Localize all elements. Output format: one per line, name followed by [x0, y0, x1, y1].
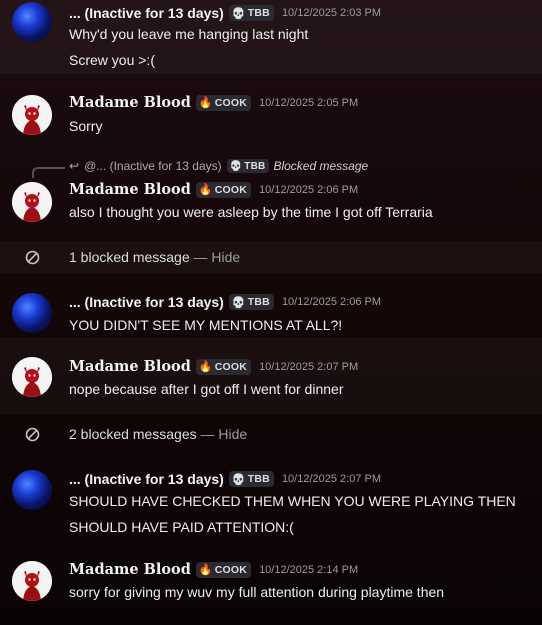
avatar[interactable]: [12, 470, 52, 510]
tag-label: COOK: [214, 360, 248, 373]
guild-tag: 💀 TBB: [226, 159, 270, 173]
username[interactable]: ... (Inactive for 13 days): [69, 294, 224, 310]
guild-tag[interactable]: 🔥 COOK: [195, 358, 252, 375]
avatar[interactable]: [12, 357, 52, 397]
tag-label: COOK: [214, 183, 248, 196]
hide-blocked-button[interactable]: Hide: [211, 249, 240, 265]
message-header: ... (Inactive for 13 days) 💀 TBB 10/12/20…: [69, 471, 381, 487]
timestamp: 10/12/2025 2:07 PM: [281, 473, 382, 485]
reply-preview[interactable]: ↩ @... (Inactive for 13 days) 💀 TBB Block…: [69, 159, 368, 173]
username[interactable]: Madame Blood: [69, 358, 191, 375]
reply-spine: [32, 167, 65, 178]
tag-label: TBB: [247, 473, 270, 485]
message-header: Madame Blood 🔥 COOK 10/12/2025 2:06 PM: [69, 181, 358, 198]
message-text: sorry for giving my wuv my full attentio…: [69, 584, 445, 600]
reply-username: @... (Inactive for 13 days): [84, 159, 222, 173]
avatar[interactable]: [12, 182, 52, 222]
reply-blocked-text: Blocked message: [273, 159, 369, 173]
message-header: ... (Inactive for 13 days) 💀 TBB 10/12/20…: [69, 294, 381, 310]
message-text: Sorry: [69, 118, 103, 134]
message-text: SHOULD HAVE PAID ATTENTION:(: [69, 519, 294, 535]
blocked-separator: —: [189, 249, 212, 265]
avatar[interactable]: [12, 2, 52, 42]
guild-tag[interactable]: 💀 TBB: [228, 5, 274, 21]
blocked-icon: [25, 250, 40, 265]
timestamp: 10/12/2025 2:06 PM: [281, 296, 382, 308]
skull-icon: 💀: [231, 473, 246, 486]
avatar[interactable]: [12, 95, 52, 135]
message-text: SHOULD HAVE CHECKED THEM WHEN YOU WERE P…: [69, 493, 516, 509]
timestamp: 10/12/2025 2:07 PM: [259, 360, 359, 373]
message-header: Madame Blood 🔥 COOK 10/12/2025 2:14 PM: [69, 561, 358, 578]
username[interactable]: Madame Blood: [69, 561, 191, 578]
message-header: ... (Inactive for 13 days) 💀 TBB 10/12/20…: [69, 5, 381, 21]
tag-label: COOK: [214, 96, 248, 109]
guild-tag[interactable]: 🔥 COOK: [195, 561, 252, 578]
blocked-message-notice: 1 blocked message — Hide: [69, 249, 240, 265]
hide-blocked-button[interactable]: Hide: [218, 426, 247, 442]
username[interactable]: ... (Inactive for 13 days): [69, 5, 224, 21]
timestamp: 10/12/2025 2:14 PM: [259, 563, 359, 576]
avatar[interactable]: [12, 293, 52, 333]
fire-icon: 🔥: [198, 564, 213, 576]
message-text: also I thought you were asleep by the ti…: [69, 204, 433, 220]
devil-avatar-icon: [12, 182, 52, 222]
guild-tag[interactable]: 🔥 COOK: [195, 94, 252, 111]
message-text: nope because after I got off I went for …: [69, 381, 344, 397]
devil-avatar-icon: [12, 561, 52, 601]
fire-icon: 🔥: [198, 97, 213, 109]
skull-icon: 💀: [231, 7, 246, 20]
message-text: Why'd you leave me hanging last night: [69, 26, 309, 42]
username[interactable]: Madame Blood: [69, 94, 191, 111]
message-header: Madame Blood 🔥 COOK 10/12/2025 2:07 PM: [69, 358, 358, 375]
guild-tag[interactable]: 💀 TBB: [228, 294, 274, 310]
blocked-count: 2 blocked messages: [69, 426, 197, 442]
username[interactable]: ... (Inactive for 13 days): [69, 471, 224, 487]
reply-arrow-icon: ↩: [69, 159, 80, 173]
timestamp: 10/12/2025 2:05 PM: [259, 96, 359, 109]
blocked-separator: —: [196, 426, 219, 442]
tag-label: TBB: [247, 296, 270, 308]
message-group: [0, 338, 542, 414]
skull-icon: 💀: [229, 160, 243, 172]
timestamp: 10/12/2025 2:06 PM: [259, 183, 359, 196]
blocked-icon: [25, 427, 40, 442]
avatar[interactable]: [12, 561, 52, 601]
tag-label: TBB: [247, 7, 270, 19]
guild-tag[interactable]: 💀 TBB: [228, 471, 274, 487]
fire-icon: 🔥: [198, 184, 213, 196]
message-header: Madame Blood 🔥 COOK 10/12/2025 2:05 PM: [69, 94, 358, 111]
message-text: Screw you >:(: [69, 52, 155, 68]
blocked-count: 1 blocked message: [69, 249, 190, 265]
guild-tag[interactable]: 🔥 COOK: [195, 181, 252, 198]
tag-label: TBB: [244, 160, 266, 172]
message-text: YOU DIDN'T SEE MY MENTIONS AT ALL?!: [69, 317, 343, 333]
username[interactable]: Madame Blood: [69, 181, 191, 198]
timestamp: 10/12/2025 2:03 PM: [281, 7, 382, 19]
blocked-message-notice: 2 blocked messages — Hide: [69, 426, 247, 442]
fire-icon: 🔥: [198, 361, 213, 373]
devil-avatar-icon: [12, 357, 52, 397]
skull-icon: 💀: [231, 296, 246, 309]
tag-label: COOK: [214, 563, 248, 576]
devil-avatar-icon: [12, 95, 52, 135]
